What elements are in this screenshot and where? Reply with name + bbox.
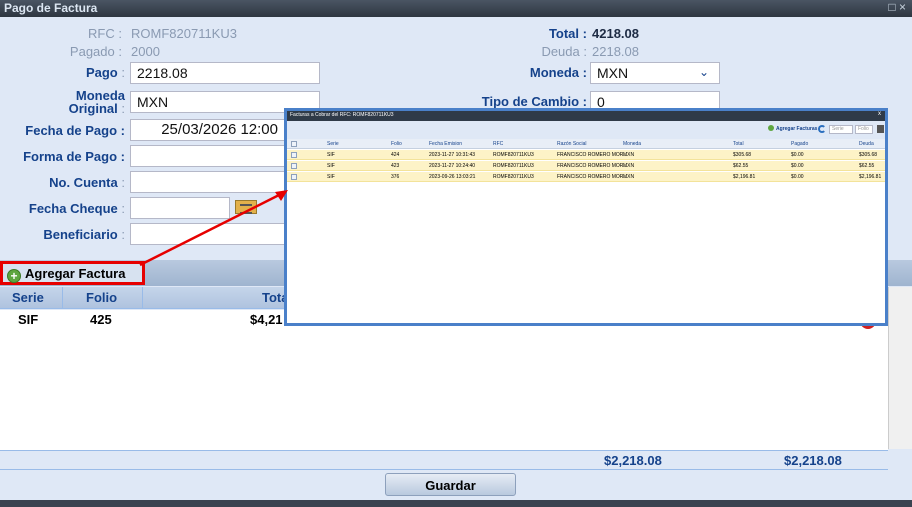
cell: $0.00: [791, 174, 804, 180]
cell: 2023-09-26 13:03:21: [429, 174, 476, 180]
cell: 2023-11-27 10:24:40: [429, 163, 476, 169]
cell-serie: SIF: [18, 312, 39, 327]
forma-pago-label: Forma de Pago :: [23, 149, 125, 164]
deuda-label: Deuda :: [541, 44, 587, 59]
total-label: Total :: [548, 26, 587, 41]
beneficiario-label: Beneficiario :: [43, 227, 125, 242]
no-cuenta-input[interactable]: [130, 171, 290, 193]
cell-folio: 425: [90, 312, 112, 327]
agregar-factura-button[interactable]: + Agregar Factura: [0, 261, 145, 285]
chevron-down-icon: ⌄: [698, 65, 709, 79]
cell: FRANCISCO ROMERO MOR...: [557, 152, 628, 158]
deuda-value: 2218.08: [592, 44, 639, 59]
cell: $62.55: [859, 163, 875, 169]
moneda-select[interactable]: MXN ⌄: [590, 62, 720, 84]
fecha-cheque-input[interactable]: [130, 197, 230, 219]
tipo-cambio-label: Tipo de Cambio :: [481, 94, 587, 109]
guardar-button[interactable]: Guardar: [385, 473, 516, 496]
pagado-value: 2000: [131, 44, 160, 59]
cell: 376: [391, 174, 400, 180]
cell: SIF: [327, 174, 335, 180]
moneda-label: Moneda :: [529, 65, 587, 80]
pago-input[interactable]: 2218.08: [130, 62, 320, 84]
fecha-cheque-label: Fecha Cheque :: [28, 201, 125, 216]
row-checkbox[interactable]: [291, 163, 297, 169]
col-serie[interactable]: Serie: [12, 290, 44, 305]
fecha-pago-input[interactable]: 25/03/2026 12:00: [130, 119, 285, 141]
popup-serie-input[interactable]: Serie: [829, 125, 853, 134]
cell: 2023-11-27 10:31:43: [429, 152, 476, 158]
refresh-icon[interactable]: [818, 125, 826, 133]
popup-col-serie[interactable]: Serie: [327, 141, 339, 147]
table-row[interactable]: SIF 424 2023-11-27 10:31:43 ROMF820711KU…: [287, 150, 885, 160]
grid-body: [0, 310, 888, 450]
cell: FRANCISCO ROMERO MOR...: [557, 174, 628, 180]
table-row[interactable]: SIF 376 2023-09-26 13:03:21 ROMF820711KU…: [287, 172, 885, 182]
cell: 424: [391, 152, 400, 158]
add-icon: [768, 125, 774, 131]
rfc-label: RFC :: [88, 26, 122, 41]
select-all-checkbox[interactable]: [291, 141, 297, 147]
total-pagado: $2,218.08: [604, 453, 662, 468]
pago-label: Pago :: [85, 65, 125, 80]
popup-col-moneda[interactable]: Moneda: [623, 141, 641, 147]
popup-title-bar: Facturas a Cobrar del RFC: ROMF820711KU3…: [287, 111, 885, 121]
cell: $62.55: [733, 163, 749, 169]
cell: MXN: [623, 163, 635, 169]
popup-grid-header: Serie Folio Fecha Emision RFC Razón Soci…: [287, 139, 885, 149]
cell: ROMF820711KU3: [493, 152, 534, 158]
popup-col-rfc[interactable]: RFC: [493, 141, 503, 147]
calendar-icon[interactable]: [235, 200, 257, 214]
popup-col-deuda[interactable]: Deuda: [859, 141, 874, 147]
col-folio[interactable]: Folio: [86, 290, 117, 305]
cell: MXN: [623, 152, 635, 158]
popup-close-icon[interactable]: x: [878, 111, 881, 117]
cell: $2,196.81: [859, 174, 882, 180]
cell: SIF: [327, 152, 335, 158]
cell: SIF: [327, 163, 335, 169]
popup-col-fecha[interactable]: Fecha Emision: [429, 141, 462, 147]
total-deuda: $2,218.08: [784, 453, 842, 468]
cell-total: $4,21: [250, 312, 283, 327]
add-icon: +: [7, 269, 21, 283]
rfc-value: ROMF820711KU3: [131, 26, 237, 41]
cell: FRANCISCO ROMERO MOR...: [557, 163, 628, 169]
pagado-label: Pagado :: [69, 44, 122, 59]
cell: $2,196.81: [733, 174, 756, 180]
maximize-close-icon[interactable]: □ ×: [888, 0, 906, 14]
row-checkbox[interactable]: [291, 152, 297, 158]
beneficiario-input[interactable]: [130, 223, 290, 245]
agregar-facturas-button[interactable]: Agregar Facturas: [768, 125, 817, 132]
popup-folio-input[interactable]: Folio: [855, 125, 873, 134]
cell: $305.68: [733, 152, 752, 158]
clear-icon[interactable]: [877, 125, 884, 133]
moneda-original-label: Moneda Original :: [68, 88, 125, 116]
facturas-popup: Facturas a Cobrar del RFC: ROMF820711KU3…: [284, 108, 888, 326]
cell: ROMF820711KU3: [493, 174, 534, 180]
cell: $0.00: [791, 152, 804, 158]
totals-bar: $2,218.08 $2,218.08: [0, 450, 888, 470]
forma-pago-select[interactable]: [130, 145, 290, 167]
grid-scrollbar[interactable]: [888, 287, 912, 449]
popup-col-pagado[interactable]: Pagado: [791, 141, 808, 147]
popup-col-razon[interactable]: Razón Social: [557, 141, 586, 147]
cell: $305.68: [859, 152, 878, 158]
window-titlebar: Pago de Factura □ ×: [0, 0, 912, 17]
cell: ROMF820711KU3: [493, 163, 534, 169]
cell: MXN: [623, 174, 635, 180]
total-value: 4218.08: [592, 26, 639, 41]
popup-col-total[interactable]: Total: [733, 141, 744, 147]
window-title: Pago de Factura: [4, 1, 98, 15]
fecha-pago-label: Fecha de Pago :: [25, 123, 125, 138]
cell: 423: [391, 163, 400, 169]
popup-toolbar: Agregar Facturas Serie Folio: [287, 121, 885, 139]
row-checkbox[interactable]: [291, 174, 297, 180]
cell: $0.00: [791, 163, 804, 169]
popup-title: Facturas a Cobrar del RFC: ROMF820711KU3: [290, 112, 394, 118]
table-row[interactable]: SIF 423 2023-11-27 10:24:40 ROMF820711KU…: [287, 161, 885, 171]
bottom-strip: [0, 500, 912, 507]
popup-col-folio[interactable]: Folio: [391, 141, 402, 147]
no-cuenta-label: No. Cuenta :: [49, 175, 125, 190]
